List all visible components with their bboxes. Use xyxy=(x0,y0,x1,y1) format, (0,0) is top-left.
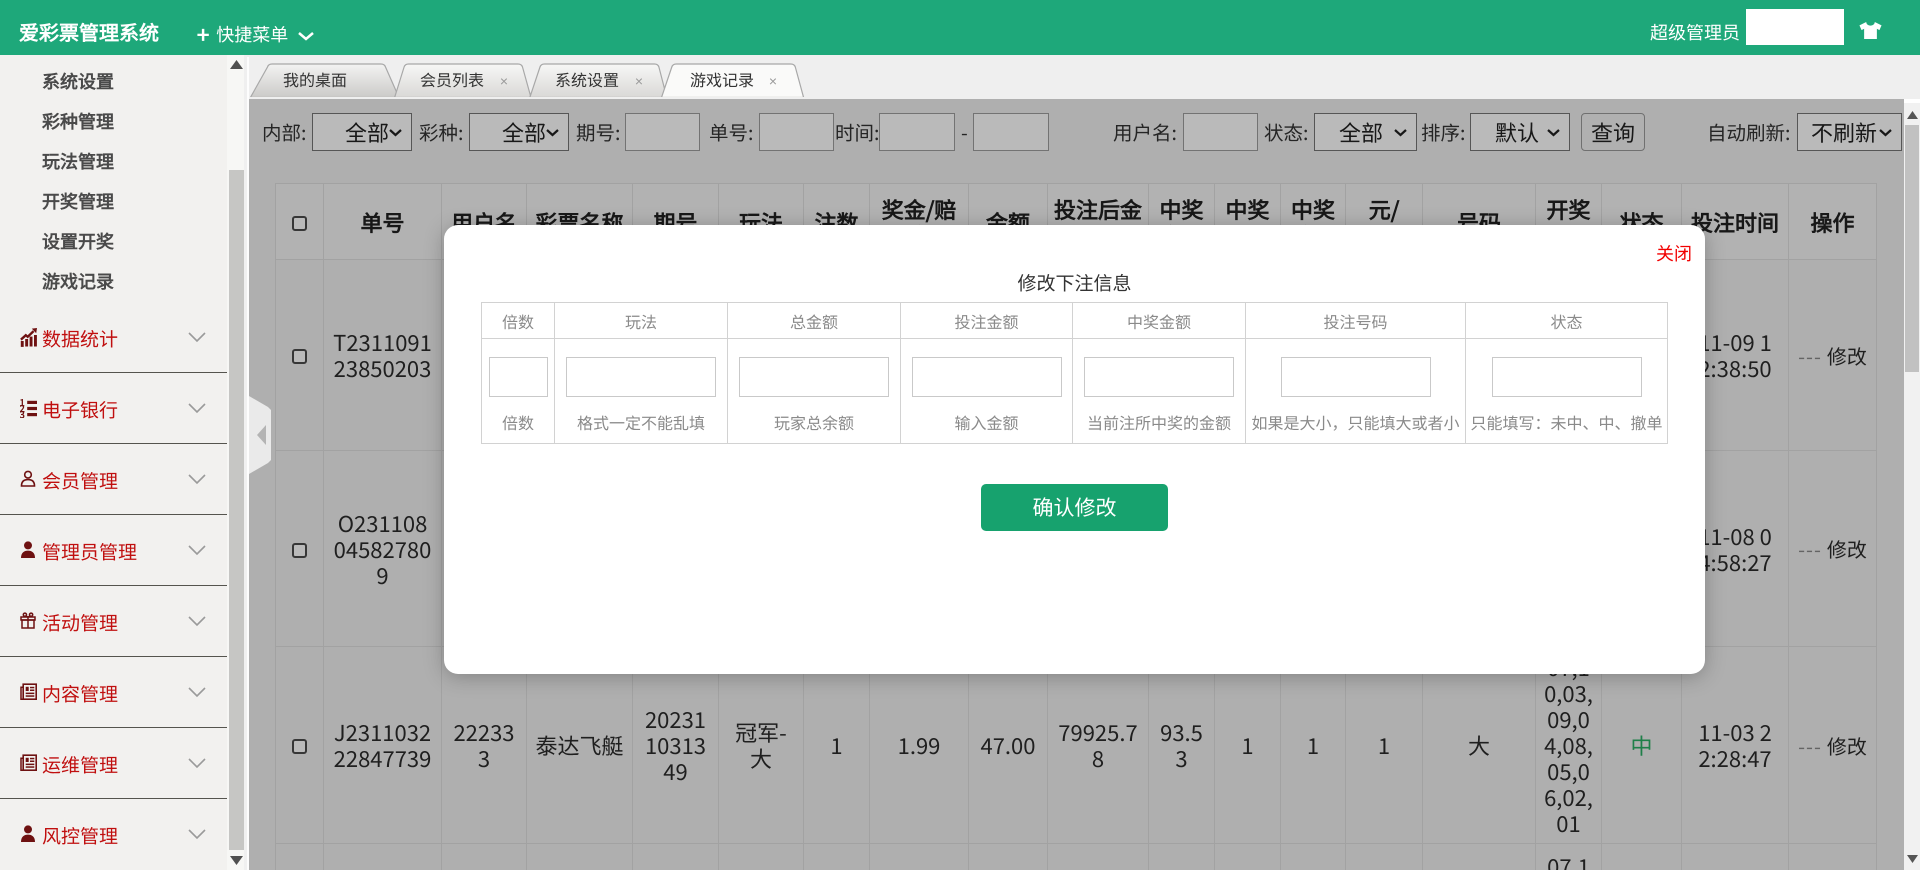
svg-text:×: × xyxy=(635,71,643,91)
svg-text:我的桌面: 我的桌面 xyxy=(283,67,347,91)
svg-text:×: × xyxy=(769,71,777,91)
svg-text:会员列表: 会员列表 xyxy=(420,67,484,91)
svg-text:3: 3 xyxy=(20,407,25,418)
svg-text:游戏记录: 游戏记录 xyxy=(690,67,754,91)
svg-text:系统设置: 系统设置 xyxy=(555,67,619,91)
svg-text:×: × xyxy=(500,71,508,91)
